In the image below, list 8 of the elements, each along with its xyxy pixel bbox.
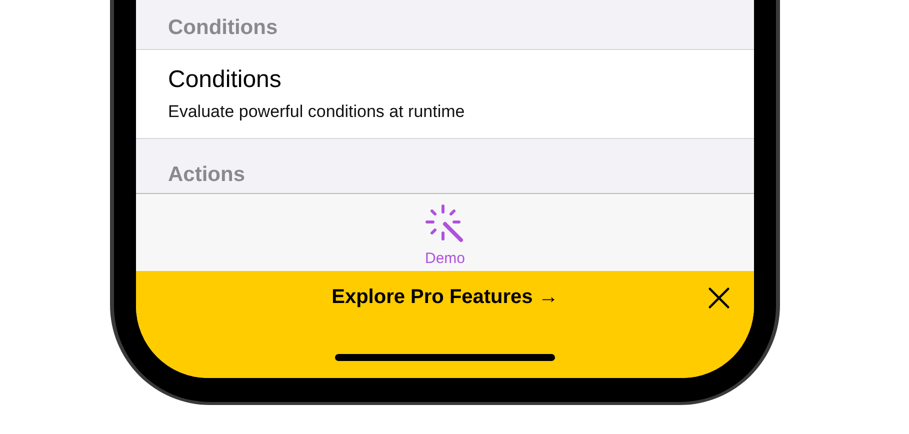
section-header: Actions — [167, 162, 246, 188]
tab[interactable]: Demo — [424, 194, 465, 271]
list-row[interactable]: Conditions Evaluate powerful conditions at runtime — [136, 50, 754, 139]
row-title: Conditions — [168, 66, 282, 94]
close-icon[interactable] — [708, 287, 730, 309]
row-subtitle: Evaluate powerful conditions at runtime — [168, 102, 466, 122]
magic-wand-icon — [424, 204, 465, 244]
banner-link[interactable]: Explore Pro Features → — [332, 286, 558, 308]
